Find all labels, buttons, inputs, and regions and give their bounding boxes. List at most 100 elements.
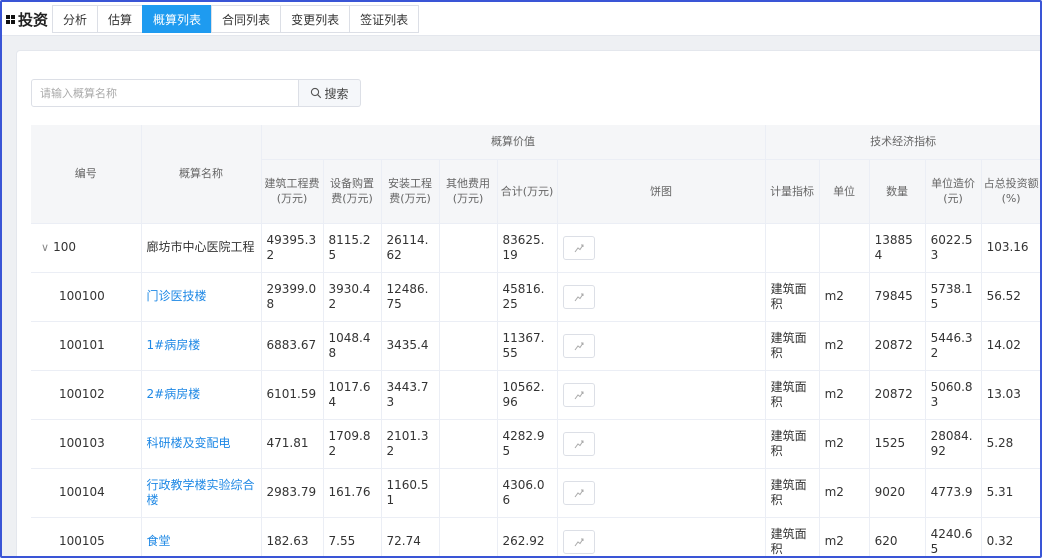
cell-quantity: 138854 (869, 223, 926, 273)
table-row[interactable]: 100103 科研楼及变配电 471.81 1709.82 2101.32 4282.95… (31, 419, 1040, 469)
cell-pie (557, 321, 766, 371)
search-button[interactable]: 搜索 (299, 79, 361, 107)
pie-chart-icon (574, 391, 583, 399)
cell-name[interactable]: 2#病房楼 (141, 370, 262, 420)
cell-unit: m2 (819, 321, 870, 371)
table-row[interactable]: 100105 食堂 182.63 7.55 72.74 262.92 建筑面积 m2 620 42… (31, 517, 1040, 556)
cell-quantity: 9020 (869, 468, 926, 518)
cell-total: 11367.55 (497, 321, 558, 371)
search-icon (311, 87, 322, 99)
cell-quantity: 20872 (869, 321, 926, 371)
code-text: 100102 (59, 387, 105, 401)
cell-total: 45816.25 (497, 272, 558, 322)
header-construction: 建筑工程费(万元) (261, 159, 324, 224)
search-input[interactable] (31, 79, 299, 107)
cell-pie (557, 419, 766, 469)
cell-construction: 182.63 (261, 517, 324, 556)
tab-0[interactable]: 分析 (52, 5, 99, 33)
cell-metric: 建筑面积 (765, 517, 820, 556)
cell-name[interactable]: 门诊医技楼 (141, 272, 262, 322)
top-tab-bar: 投资 分析 估算 概算列表 合同列表 变更列表 签证列表 (2, 2, 1040, 36)
cell-unit (819, 223, 870, 273)
cell-equipment: 8115.25 (323, 223, 382, 273)
table-row[interactable]: 100104 行政教学楼实验综合楼 2983.79 161.76 1160.51 4306… (31, 468, 1040, 518)
code-text: 100100 (59, 289, 105, 303)
cell-metric: 建筑面积 (765, 419, 820, 469)
tab-4[interactable]: 变更列表 (280, 5, 351, 33)
cell-install: 1160.51 (381, 468, 440, 518)
cell-equipment: 3930.42 (323, 272, 382, 322)
cell-unit-price: 6022.53 (925, 223, 982, 273)
pie-chart-button[interactable] (562, 431, 595, 456)
pie-chart-button[interactable] (562, 382, 595, 407)
cell-code: ∨ 100 (31, 223, 142, 273)
cell-unit-price: 5738.15 (925, 272, 982, 322)
header-quantity: 数量 (869, 159, 926, 224)
cell-pie (557, 223, 766, 273)
cell-ratio: 13.03 (981, 370, 1040, 420)
pie-chart-button[interactable] (562, 235, 595, 260)
table-row[interactable]: 100102 2#病房楼 6101.59 1017.64 3443.73 10562.96… (31, 370, 1040, 420)
cell-unit: m2 (819, 419, 870, 469)
cell-quantity: 79845 (869, 272, 926, 322)
table-row[interactable]: 100100 门诊医技楼 29399.08 3930.42 12486.75 45816.… (31, 272, 1040, 322)
cell-unit: m2 (819, 468, 870, 518)
cell-ratio: 5.28 (981, 419, 1040, 469)
cell-unit-price: 4773.9 (925, 468, 982, 518)
cell-install: 72.74 (381, 517, 440, 556)
pie-chart-button[interactable] (562, 284, 595, 309)
cell-ratio: 5.31 (981, 468, 1040, 518)
cell-name[interactable]: 科研楼及变配电 (141, 419, 262, 469)
pie-chart-icon (574, 538, 583, 546)
cell-equipment: 1017.64 (323, 370, 382, 420)
cell-total: 10562.96 (497, 370, 558, 420)
pie-chart-icon (574, 489, 583, 497)
pie-chart-button[interactable] (562, 529, 595, 554)
table-row[interactable]: 100101 1#病房楼 6883.67 1048.48 3435.4 11367.55 建… (31, 321, 1040, 371)
cell-other (439, 223, 498, 273)
cell-metric: 建筑面积 (765, 321, 820, 371)
grid-icon (6, 14, 15, 24)
cell-quantity: 1525 (869, 419, 926, 469)
cell-unit: m2 (819, 272, 870, 322)
cell-ratio: 14.02 (981, 321, 1040, 371)
expand-chevron-icon[interactable]: ∨ (41, 240, 49, 255)
cell-ratio: 103.16 (981, 223, 1040, 273)
pie-chart-icon (574, 244, 583, 252)
cell-name: 廊坊市中心医院工程 (141, 223, 262, 273)
tab-3[interactable]: 合同列表 (211, 5, 282, 33)
cell-construction: 29399.08 (261, 272, 324, 322)
cell-ratio: 56.52 (981, 272, 1040, 322)
pie-chart-button[interactable] (562, 333, 595, 358)
cell-pie (557, 370, 766, 420)
tab-5[interactable]: 签证列表 (349, 5, 420, 33)
cell-unit-price: 5060.83 (925, 370, 982, 420)
pie-chart-icon (574, 293, 583, 301)
header-code: 编号 (31, 125, 142, 224)
estimate-table: 编号 概算名称 概算价值 技术经济指标 建筑工程费(万元) 设备购置费(万元) … (31, 125, 1040, 556)
cell-construction: 2983.79 (261, 468, 324, 518)
cell-code: 100104 (31, 468, 142, 518)
cell-name[interactable]: 食堂 (141, 517, 262, 556)
tab-2[interactable]: 概算列表 (142, 5, 213, 33)
cell-other (439, 517, 498, 556)
cell-other (439, 419, 498, 469)
cell-unit: m2 (819, 370, 870, 420)
pie-chart-button[interactable] (562, 480, 595, 505)
cell-name[interactable]: 行政教学楼实验综合楼 (141, 468, 262, 518)
app-frame: 投资 分析估算概算列表合同列表变更列表签证列表 搜索 编号 概算名称 (0, 0, 1042, 558)
cell-pie (557, 272, 766, 322)
header-metric: 计量指标 (765, 159, 820, 224)
cell-other (439, 370, 498, 420)
tab-1[interactable]: 估算 (97, 5, 144, 33)
cell-name[interactable]: 1#病房楼 (141, 321, 262, 371)
cell-metric: 建筑面积 (765, 370, 820, 420)
cell-total: 262.92 (497, 517, 558, 556)
cell-metric (765, 223, 820, 273)
header-name: 概算名称 (141, 125, 262, 224)
header-install: 安装工程费(万元) (381, 159, 440, 224)
cell-unit-price: 28084.92 (925, 419, 982, 469)
pie-chart-icon (574, 342, 583, 350)
cell-other (439, 272, 498, 322)
table-row[interactable]: ∨ 100 廊坊市中心医院工程 49395.32 8115.25 26114.62 8362… (31, 223, 1040, 273)
